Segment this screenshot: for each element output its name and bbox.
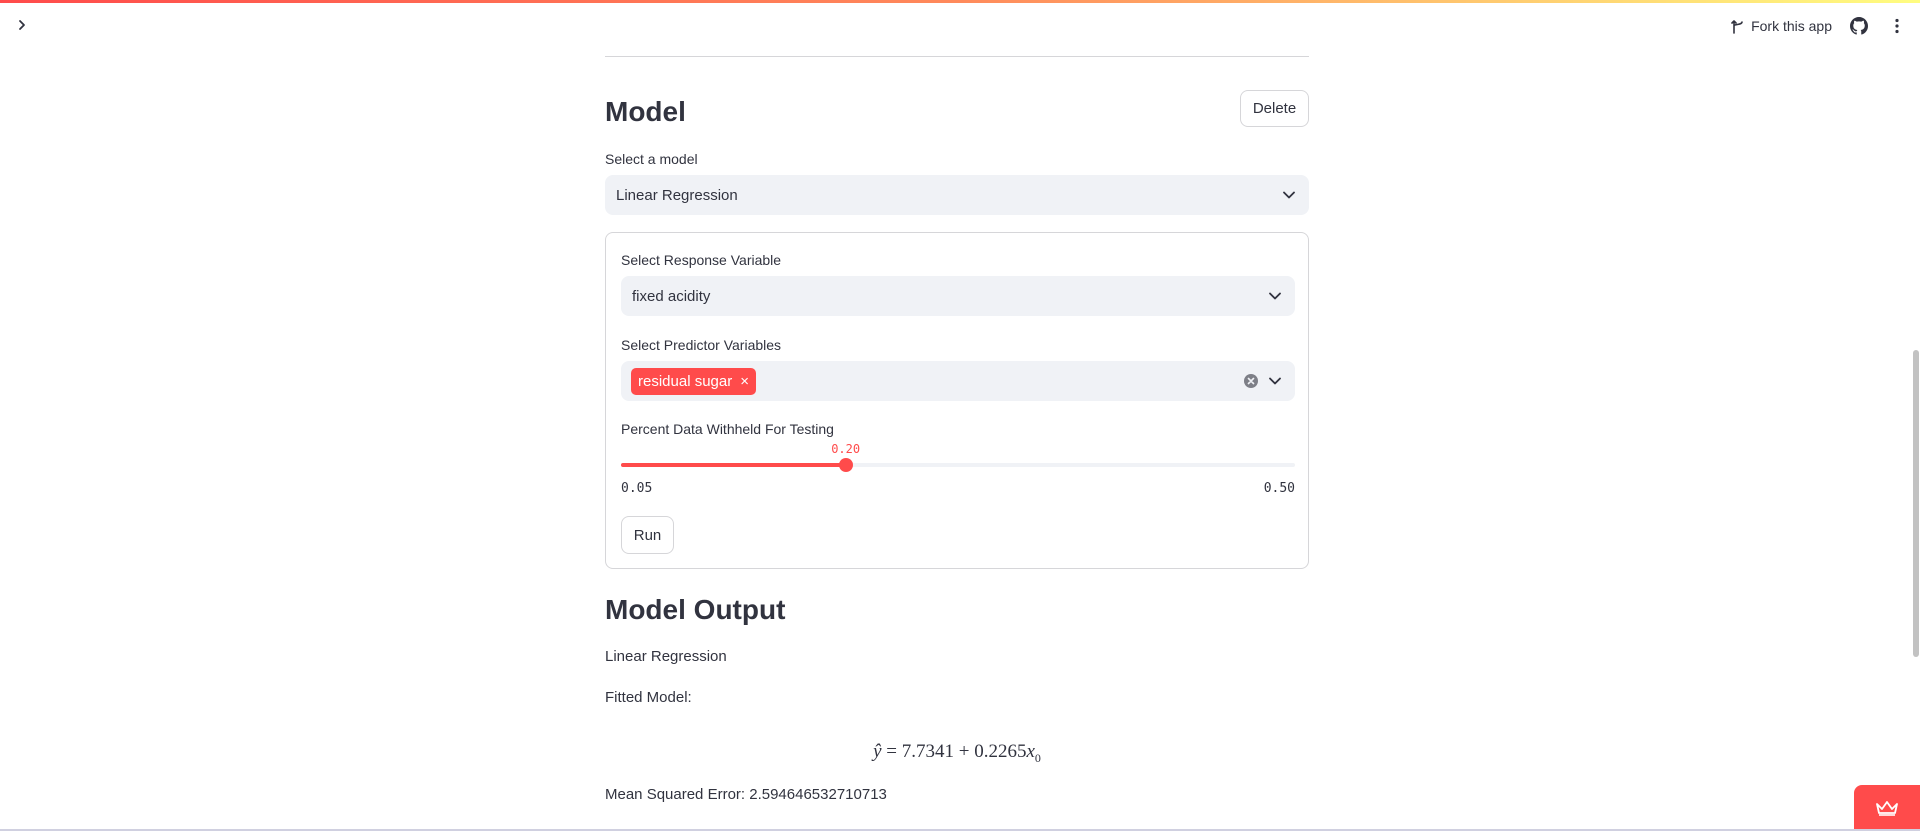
slider-thumb[interactable] <box>838 458 853 472</box>
github-button[interactable] <box>1848 15 1870 37</box>
model-output-heading: Model Output <box>605 594 786 625</box>
equation-coefficient: 0.2265 <box>974 741 1027 762</box>
test-split-slider[interactable]: 0.20 0.05 0.50 <box>621 429 1295 509</box>
chevron-down-icon <box>1265 371 1285 391</box>
model-select-value: Linear Regression <box>616 186 738 204</box>
run-button[interactable]: Run <box>621 516 674 554</box>
predictor-variables-multiselect[interactable]: residual sugar × <box>621 361 1295 401</box>
chevron-down-icon <box>1265 286 1285 306</box>
main-menu-button[interactable] <box>1886 15 1908 37</box>
header-actions: Fork this app <box>1731 13 1908 39</box>
equation-lhs: ŷ <box>873 741 882 762</box>
equation-subscript: 0 <box>1034 750 1041 765</box>
response-variable-value: fixed acidity <box>632 287 711 305</box>
fitted-model-label: Fitted Model: <box>605 689 692 706</box>
response-variable-select[interactable]: fixed acidity <box>621 276 1295 316</box>
crown-icon <box>1876 801 1898 816</box>
predictor-tag: residual sugar × <box>631 368 756 395</box>
streamlit-badge[interactable] <box>1854 785 1920 831</box>
slider-min-label: 0.05 <box>621 481 653 496</box>
fork-icon <box>1731 20 1743 34</box>
app-header: Fork this app <box>0 3 1920 49</box>
response-variable-label: Select Response Variable <box>621 252 782 268</box>
kebab-menu-icon <box>1895 18 1899 34</box>
fork-app-button[interactable]: Fork this app <box>1731 18 1832 34</box>
model-heading: Model <box>605 96 686 127</box>
chevron-right-icon <box>19 20 25 30</box>
github-icon <box>1850 17 1868 35</box>
chevron-down-icon <box>1279 185 1299 205</box>
slider-max-label: 0.50 <box>1263 481 1295 496</box>
equation-intercept: 7.7341 <box>901 741 954 762</box>
fitted-equation: ŷ = 7.7341 + 0.2265x0 <box>873 741 1041 765</box>
equation-variable: x <box>1026 741 1035 762</box>
slider-current-value: 0.20 <box>831 442 861 456</box>
output-model-name: Linear Regression <box>605 648 727 665</box>
predictor-tag-label: residual sugar <box>638 373 733 390</box>
page-scrollbar[interactable] <box>1912 50 1920 820</box>
mean-squared-error-text: Mean Squared Error: 2.594646532710713 <box>605 786 887 803</box>
scrollbar-thumb[interactable] <box>1913 350 1919 657</box>
model-form: Select Response Variable fixed acidity S… <box>605 232 1309 569</box>
sidebar-toggle-button[interactable] <box>12 15 32 35</box>
model-select[interactable]: Linear Regression <box>605 175 1309 215</box>
section-divider <box>605 56 1309 57</box>
delete-button[interactable]: Delete <box>1240 90 1309 127</box>
select-model-label: Select a model <box>605 151 698 167</box>
remove-tag-icon[interactable]: × <box>740 374 749 389</box>
fork-label: Fork this app <box>1751 18 1832 34</box>
slider-fill <box>621 463 846 467</box>
predictor-variables-label: Select Predictor Variables <box>621 337 782 353</box>
slider-track[interactable] <box>621 458 1295 472</box>
clear-all-icon[interactable] <box>1243 373 1259 389</box>
